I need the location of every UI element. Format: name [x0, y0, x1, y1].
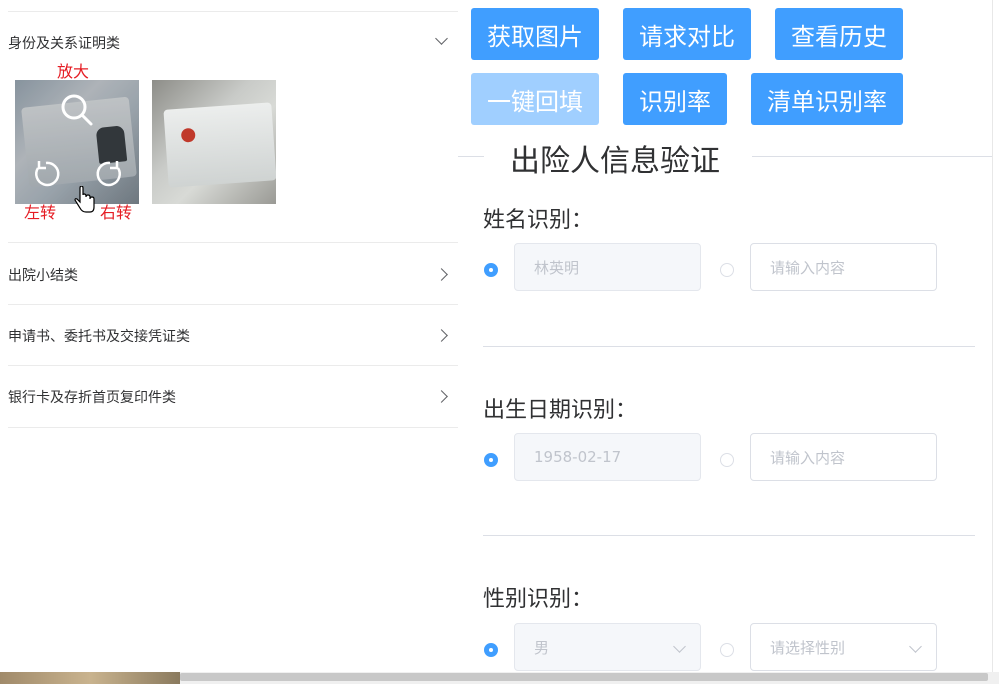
- accordion-title: 申请书、委托书及交接凭证类: [8, 329, 190, 345]
- section-title: 出险人信息验证: [510, 144, 720, 179]
- auto-fill-button[interactable]: 一键回填: [471, 73, 599, 125]
- birth-date-label: 出生日期识别：: [483, 398, 638, 423]
- name-manual-input[interactable]: 请输入内容: [750, 243, 937, 291]
- chevron-down-icon: [909, 640, 922, 653]
- zoom-label: 放大: [57, 62, 90, 81]
- name-recognized-field[interactable]: 林英明: [514, 243, 701, 291]
- rotate-left-label: 左转: [24, 203, 57, 222]
- accordion-title: 银行卡及存折首页复印件类: [8, 390, 176, 406]
- gender-manual-radio[interactable]: [720, 643, 734, 657]
- document-category-panel: 身份及关系证明类 放大 左转 右转 出院小结类 申请书、委托书及交接凭证类 银行…: [0, 0, 458, 672]
- hand-cursor-icon: [74, 186, 95, 213]
- birth-date-recognized-radio[interactable]: [484, 453, 498, 467]
- national-emblem-icon: [180, 127, 196, 143]
- accordion-item-discharge-summary[interactable]: 出院小结类: [8, 243, 458, 305]
- zoom-icon[interactable]: [59, 92, 95, 128]
- birth-date-manual-input[interactable]: 请输入内容: [750, 433, 937, 481]
- chevron-down-icon: [673, 640, 686, 653]
- chevron-right-icon: [435, 390, 448, 403]
- section-divider-right: [752, 156, 999, 157]
- request-compare-button[interactable]: 请求对比: [623, 8, 751, 60]
- horizontal-scrollbar-thumb[interactable]: [180, 673, 988, 681]
- birth-date-manual-radio[interactable]: [720, 453, 734, 467]
- chevron-right-icon: [435, 268, 448, 281]
- field-divider: [483, 346, 975, 347]
- list-recognition-rate-button[interactable]: 清单识别率: [751, 73, 903, 125]
- gender-recognized-select[interactable]: 男: [514, 623, 701, 671]
- rotate-right-icon[interactable]: [94, 158, 126, 190]
- gender-recognized-value: 男: [534, 638, 550, 657]
- vertical-scrollbar[interactable]: [992, 0, 999, 672]
- accordion-title: 出院小结类: [8, 268, 78, 284]
- id-card-back-thumbnail[interactable]: [152, 80, 276, 204]
- rotate-right-label: 右转: [100, 203, 133, 222]
- chevron-right-icon: [435, 329, 448, 342]
- gender-label: 性别识别：: [483, 587, 594, 612]
- accordion-title: 身份及关系证明类: [8, 36, 120, 52]
- chevron-down-icon: [435, 32, 448, 45]
- name-label: 姓名识别：: [483, 208, 594, 233]
- name-manual-radio[interactable]: [720, 263, 734, 277]
- name-recognized-radio[interactable]: [484, 263, 498, 277]
- recognition-rate-button[interactable]: 识别率: [623, 73, 727, 125]
- gender-recognized-radio[interactable]: [484, 643, 498, 657]
- section-divider-left: [458, 156, 484, 157]
- birth-date-recognized-field[interactable]: 1958-02-17: [514, 433, 701, 481]
- get-image-button[interactable]: 获取图片: [471, 8, 599, 60]
- accordion-item-application-forms[interactable]: 申请书、委托书及交接凭证类: [8, 305, 458, 366]
- id-card-back-image: [163, 102, 276, 188]
- background-image-strip: [0, 672, 180, 684]
- accordion-item-bank-card[interactable]: 银行卡及存折首页复印件类: [8, 366, 458, 428]
- field-divider: [483, 535, 975, 536]
- view-history-button[interactable]: 查看历史: [775, 8, 903, 60]
- gender-manual-placeholder: 请选择性别: [770, 638, 846, 657]
- rotate-left-icon[interactable]: [30, 158, 62, 190]
- gender-manual-select[interactable]: 请选择性别: [750, 623, 937, 671]
